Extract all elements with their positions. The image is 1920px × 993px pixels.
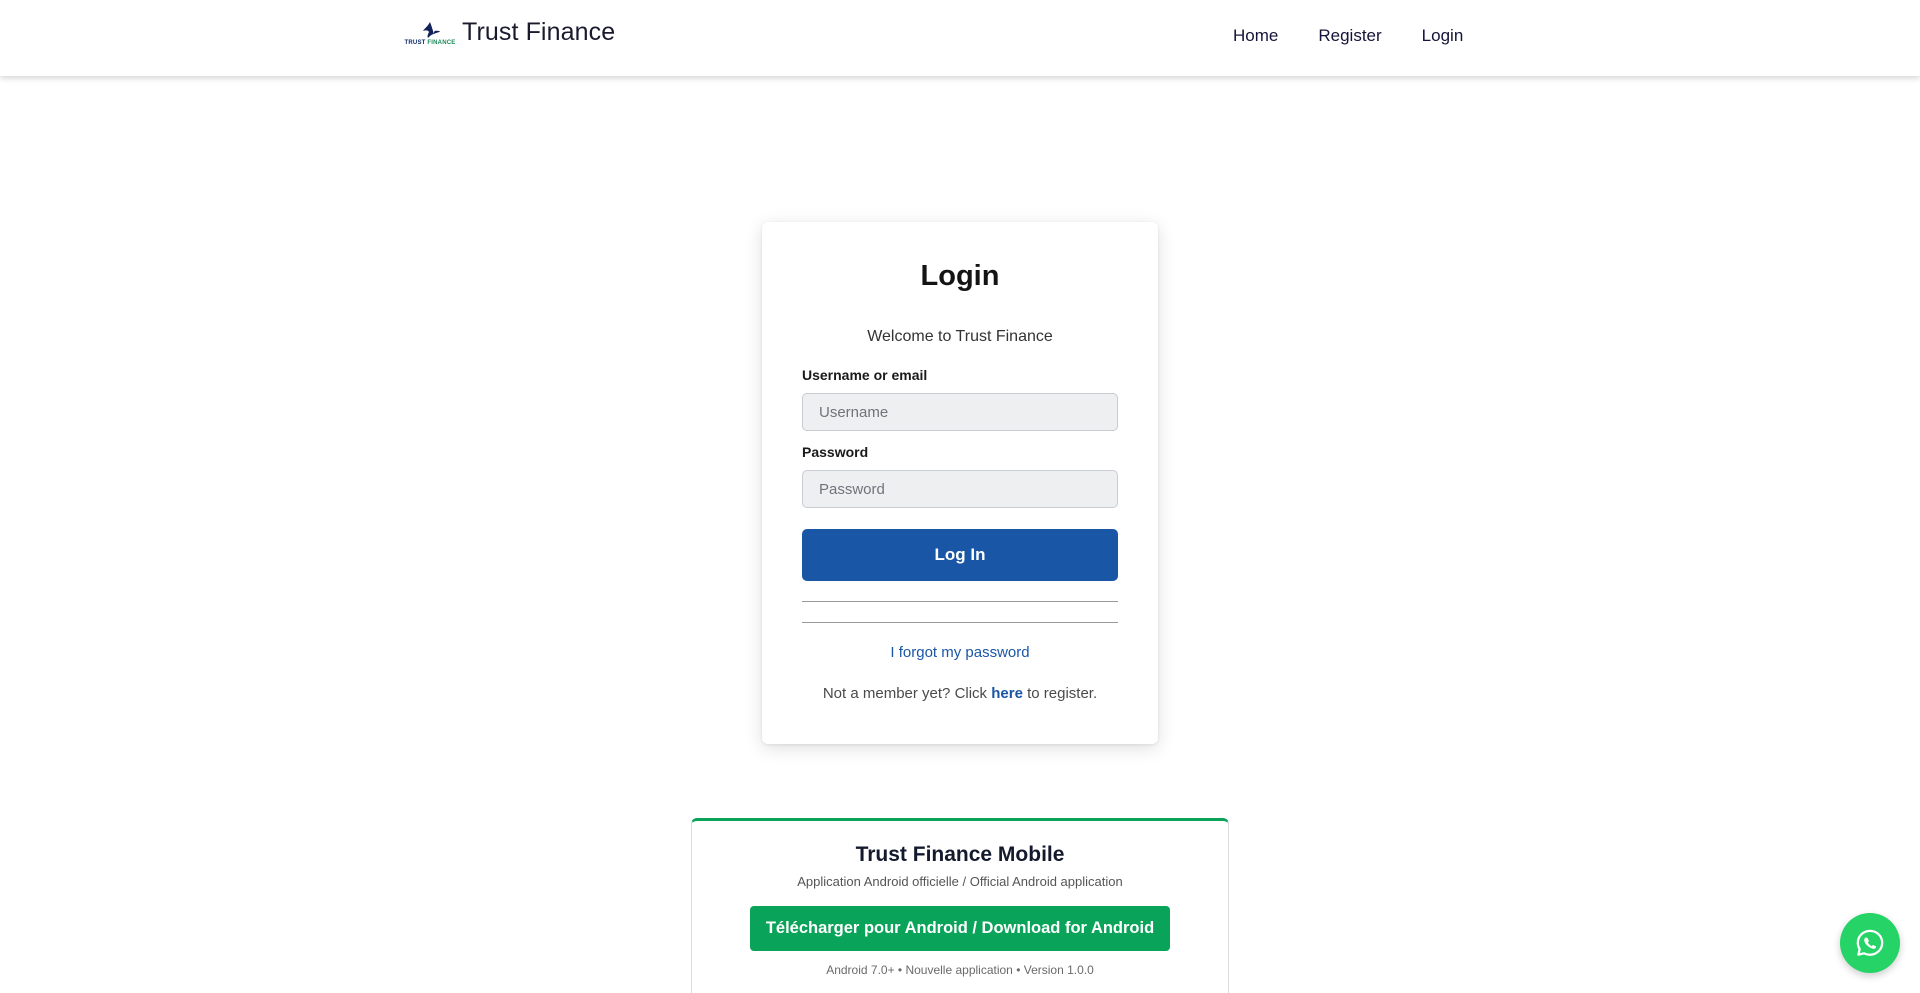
whatsapp-chat-button[interactable] xyxy=(1840,913,1900,973)
divider-top xyxy=(802,601,1118,602)
nav-links: Home Register Login xyxy=(1233,26,1463,46)
nav-register[interactable]: Register xyxy=(1318,26,1381,46)
mobile-title: Trust Finance Mobile xyxy=(855,843,1065,866)
bird-logo-icon: TRUST FINANCE xyxy=(404,20,456,46)
register-suffix: to register. xyxy=(1027,685,1098,702)
password-label: Password xyxy=(802,444,869,460)
username-input[interactable] xyxy=(802,393,1118,431)
mobile-app-card: Trust Finance Mobile Application Android… xyxy=(691,818,1229,993)
register-prompt: Not a member yet? Click here to register… xyxy=(762,685,1158,702)
brand-link[interactable]: TRUST FINANCE Trust Finance xyxy=(404,18,616,47)
register-prefix: Not a member yet? Click xyxy=(822,685,988,702)
login-button[interactable]: Log In xyxy=(802,529,1118,581)
password-input[interactable] xyxy=(802,470,1118,508)
mobile-subtitle: Application Android officielle / Officia… xyxy=(797,874,1123,889)
welcome-text: Welcome to Trust Finance xyxy=(867,328,1053,345)
navbar: TRUST FINANCE Trust Finance Home Registe… xyxy=(0,0,1920,76)
logo-text: TRUST FINANCE xyxy=(404,39,456,46)
download-android-button[interactable]: Télécharger pour Android / Download for … xyxy=(750,906,1170,951)
nav-login[interactable]: Login xyxy=(1422,26,1464,46)
nav-home[interactable]: Home xyxy=(1233,26,1278,46)
mobile-meta: Android 7.0+ • Nouvelle application • Ve… xyxy=(826,963,1094,977)
register-here-link[interactable]: here xyxy=(991,685,1023,702)
forgot-password-link[interactable]: I forgot my password xyxy=(762,644,1158,661)
login-card: Login Welcome to Trust Finance Username … xyxy=(762,222,1158,744)
divider-bottom xyxy=(802,622,1118,623)
login-title: Login xyxy=(920,260,1000,292)
username-label: Username or email xyxy=(802,367,928,383)
whatsapp-icon xyxy=(1856,929,1884,956)
brand-name: Trust Finance xyxy=(462,18,616,46)
